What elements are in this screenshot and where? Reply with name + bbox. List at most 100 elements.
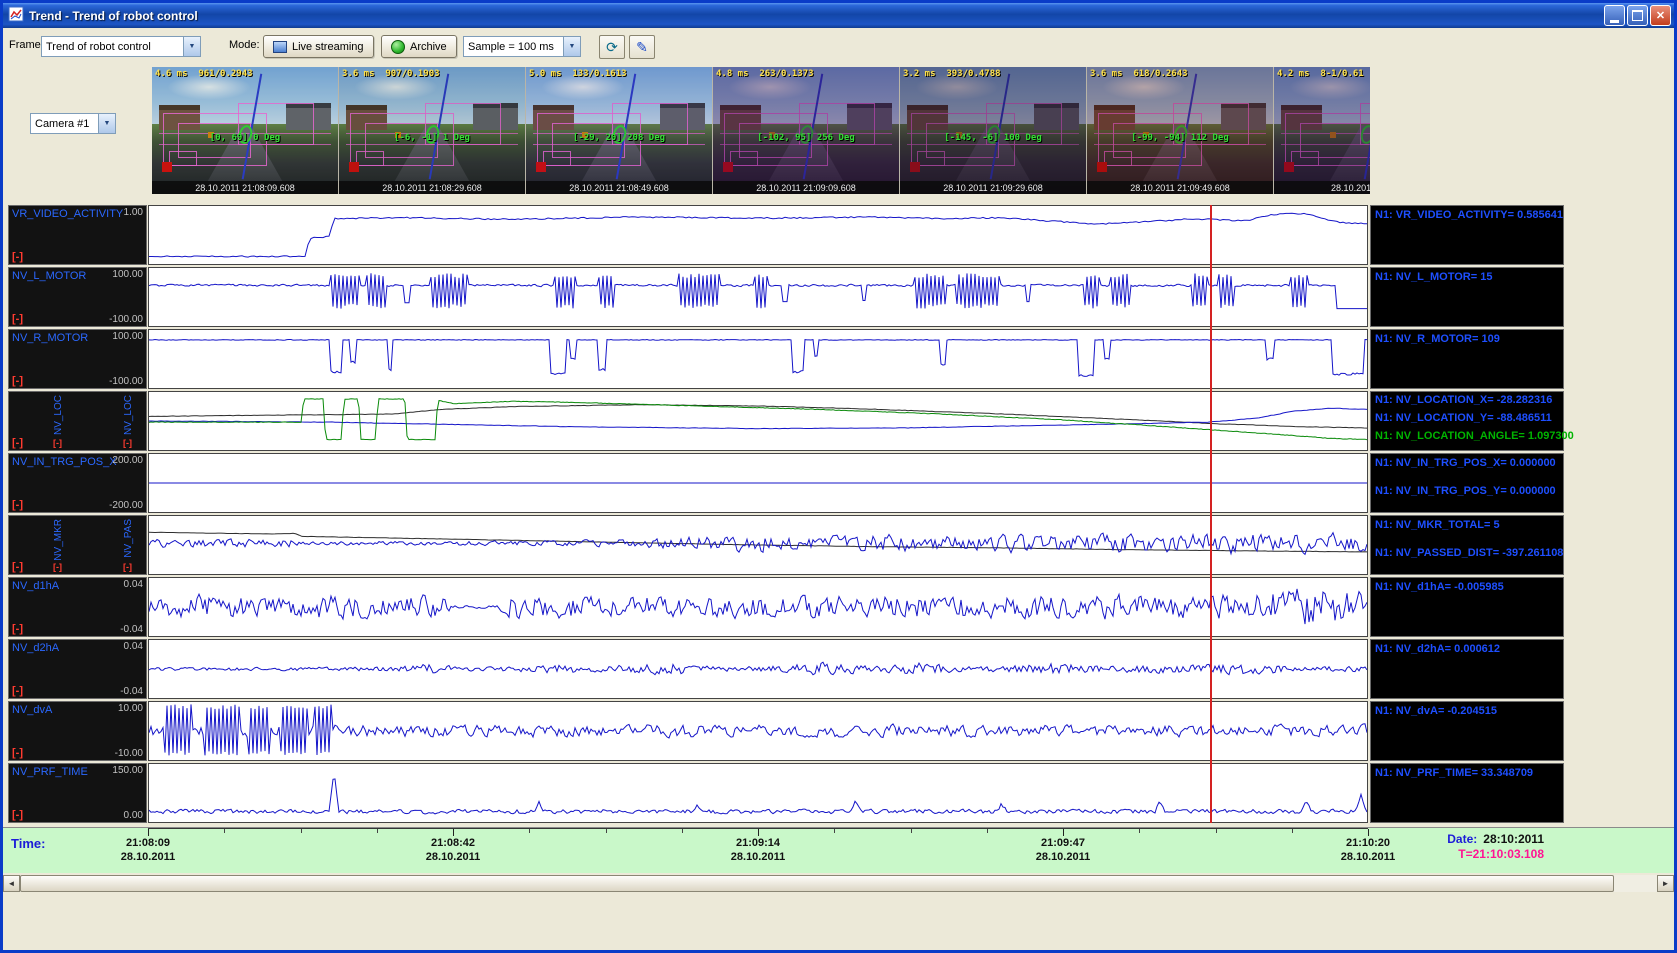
trend-chart[interactable] — [148, 577, 1368, 637]
axis-max: 200.00 — [112, 455, 143, 466]
signal-value: N1: NV_L_MOTOR= 15 — [1375, 271, 1492, 283]
horizontal-scrollbar[interactable]: ◄ ► — [3, 875, 1674, 892]
camera-thumbnail[interactable]: 4.6 ms 961/0.2943 [0, 69] 0 Deg 28.10.20… — [152, 67, 339, 194]
minimize-button[interactable] — [1604, 5, 1625, 26]
thumb-timestamp: 28.10.2011 21:10: — [1274, 181, 1370, 194]
collapse-button[interactable]: [-] — [12, 561, 23, 573]
camera-thumbnail[interactable]: 3.2 ms 393/0.4788 [-145, -6] 100 Deg 28.… — [900, 67, 1087, 194]
scroll-left-button[interactable]: ◄ — [3, 875, 20, 892]
thumb-timestamp: 28.10.2011 21:09:49.608 — [1087, 181, 1273, 194]
axis-max: 10.00 — [118, 703, 143, 714]
signal-value: N1: NV_PRF_TIME= 33.348709 — [1375, 767, 1533, 779]
collapse-button[interactable]: [-] — [12, 685, 23, 697]
sample-rate-value: Sample = 100 ms — [468, 41, 554, 53]
camera-thumbnail[interactable]: 5.0 ms 133/0.1613 [-29, 20] 208 Deg 28.1… — [526, 67, 713, 194]
trend-chart[interactable] — [148, 205, 1368, 265]
trend-chart[interactable] — [148, 515, 1368, 575]
signal-value: N1: NV_LOCATION_Y= -88.486511 — [1375, 412, 1552, 424]
rotated-signal-name: NV_PAS[-] — [123, 519, 137, 560]
trend-row: NV_d1hA 0.04 -0.04 [-] N1: NV_d1hA= -0.0… — [0, 577, 1677, 637]
trend-chart[interactable] — [148, 763, 1368, 823]
chevron-down-icon: ▼ — [98, 114, 115, 133]
signal-value: N1: NV_IN_TRG_POS_X= 0.000000 — [1375, 457, 1556, 469]
trend-chart[interactable] — [148, 391, 1368, 451]
axis-tick — [606, 829, 607, 833]
close-button[interactable]: ✕ — [1650, 5, 1671, 26]
signal-name: NV_L_MOTOR — [12, 270, 86, 282]
axis-tick — [1292, 829, 1293, 833]
axis-tick — [987, 829, 988, 833]
trend-row: NV_d2hA 0.04 -0.04 [-] N1: NV_d2hA= 0.00… — [0, 639, 1677, 699]
collapse-button[interactable]: [-] — [53, 562, 62, 572]
axis-tick — [453, 829, 454, 836]
trend-chart[interactable] — [148, 329, 1368, 389]
thumb-stats-text: 3.6 ms 618/0.2643 — [1090, 69, 1188, 79]
signal-label-panel: NV_d2hA 0.04 -0.04 [-] — [8, 639, 147, 699]
sample-rate-select[interactable]: Sample = 100 ms ▼ — [463, 36, 581, 57]
trend-chart[interactable] — [148, 639, 1368, 699]
collapse-button[interactable]: [-] — [123, 562, 132, 572]
camera-thumbnails: 4.6 ms 961/0.2943 [0, 69] 0 Deg 28.10.20… — [152, 67, 1370, 194]
axis-tick — [1063, 829, 1064, 836]
axis-min: -0.04 — [120, 686, 143, 697]
live-streaming-button[interactable]: Live streaming — [263, 35, 374, 58]
frame-select-value: Trend of robot control — [46, 41, 151, 53]
trend-chart[interactable] — [148, 701, 1368, 761]
maximize-button[interactable] — [1627, 5, 1648, 26]
pen-button[interactable]: ✎ — [629, 35, 655, 59]
thumb-tint — [1087, 67, 1273, 194]
camera-thumbnail[interactable]: 3.6 ms 907/0.1903 [-6, -1] 1 Deg 28.10.2… — [339, 67, 526, 194]
thumb-timestamp: 28.10.2011 21:08:29.608 — [339, 181, 525, 194]
camera-select[interactable]: Camera #1 ▼ — [30, 113, 116, 134]
camera-thumbnail[interactable]: 4.8 ms 263/0.1373 [-102, 95] 256 Deg 28.… — [713, 67, 900, 194]
axis-tick — [377, 829, 378, 833]
thumb-stats-text: 5.0 ms 133/0.1613 — [529, 69, 627, 79]
scroll-right-button[interactable]: ► — [1657, 875, 1674, 892]
signal-name: NV_LOC — [123, 395, 134, 435]
titlebar[interactable]: Trend - Trend of robot control ✕ — [3, 3, 1674, 28]
collapse-button[interactable]: [-] — [53, 438, 62, 448]
collapse-button[interactable]: [-] — [12, 437, 23, 449]
collapse-button[interactable]: [-] — [123, 438, 132, 448]
collapse-button[interactable]: [-] — [12, 313, 23, 325]
chevron-down-icon: ▼ — [183, 37, 200, 56]
axis-min: -10.00 — [115, 748, 143, 759]
mode-label: Mode: — [229, 39, 260, 51]
collapse-button[interactable]: [-] — [12, 747, 23, 759]
axis-tick — [758, 829, 759, 836]
signal-name: NV_LOC — [53, 395, 64, 435]
thumb-position-text: [-145, -6] 100 Deg — [944, 133, 1042, 143]
thumb-stats-text: 4.8 ms 263/0.1373 — [716, 69, 814, 79]
axis-max: 1.00 — [124, 207, 143, 218]
collapse-button[interactable]: [-] — [12, 809, 23, 821]
archive-icon — [391, 40, 405, 54]
axis-min: -0.04 — [120, 624, 143, 635]
collapse-button[interactable]: [-] — [12, 251, 23, 263]
thumb-position-text: [-99, -94] 112 Deg — [1131, 133, 1229, 143]
camera-thumbnail[interactable]: 3.6 ms 618/0.2643 [-99, -94] 112 Deg 28.… — [1087, 67, 1274, 194]
camera-thumbnail[interactable]: 4.2 ms 8-1/0.61 28.10.2011 21:10: — [1274, 67, 1370, 194]
signal-name: NV_MKR — [53, 519, 64, 561]
trend-rows: VR_VIDEO_ACTIVITY 1.00 [-] N1: VR_VIDEO_… — [0, 205, 1677, 825]
value-panel: N1: VR_VIDEO_ACTIVITY= 0.585641 — [1370, 205, 1564, 265]
frame-select[interactable]: Trend of robot control ▼ — [41, 36, 201, 57]
axis-max: 100.00 — [112, 331, 143, 342]
collapse-button[interactable]: [-] — [12, 499, 23, 511]
signal-label-panel: NV_dvA 10.00 -10.00 [-] — [8, 701, 147, 761]
signal-label-panel: [-] NV_LOC [-] NV_LOC [-] — [8, 391, 147, 451]
live-streaming-icon — [273, 41, 287, 53]
signal-name: NV_IN_TRG_POS_X — [12, 456, 117, 468]
scrollbar-thumb[interactable] — [20, 875, 1614, 892]
axis-min: -100.00 — [109, 314, 143, 325]
refresh-button[interactable]: ⟳ — [599, 35, 625, 59]
collapse-button[interactable]: [-] — [12, 623, 23, 635]
archive-button[interactable]: Archive — [381, 35, 457, 58]
trend-chart[interactable] — [148, 453, 1368, 513]
thumb-tint — [1274, 67, 1370, 194]
collapse-button[interactable]: [-] — [12, 375, 23, 387]
axis-tick — [1368, 829, 1369, 836]
trend-chart[interactable] — [148, 267, 1368, 327]
axis-min: 0.00 — [124, 810, 143, 821]
trend-cursor-line[interactable] — [1210, 205, 1212, 823]
signal-label-panel: NV_PRF_TIME 150.00 0.00 [-] — [8, 763, 147, 823]
